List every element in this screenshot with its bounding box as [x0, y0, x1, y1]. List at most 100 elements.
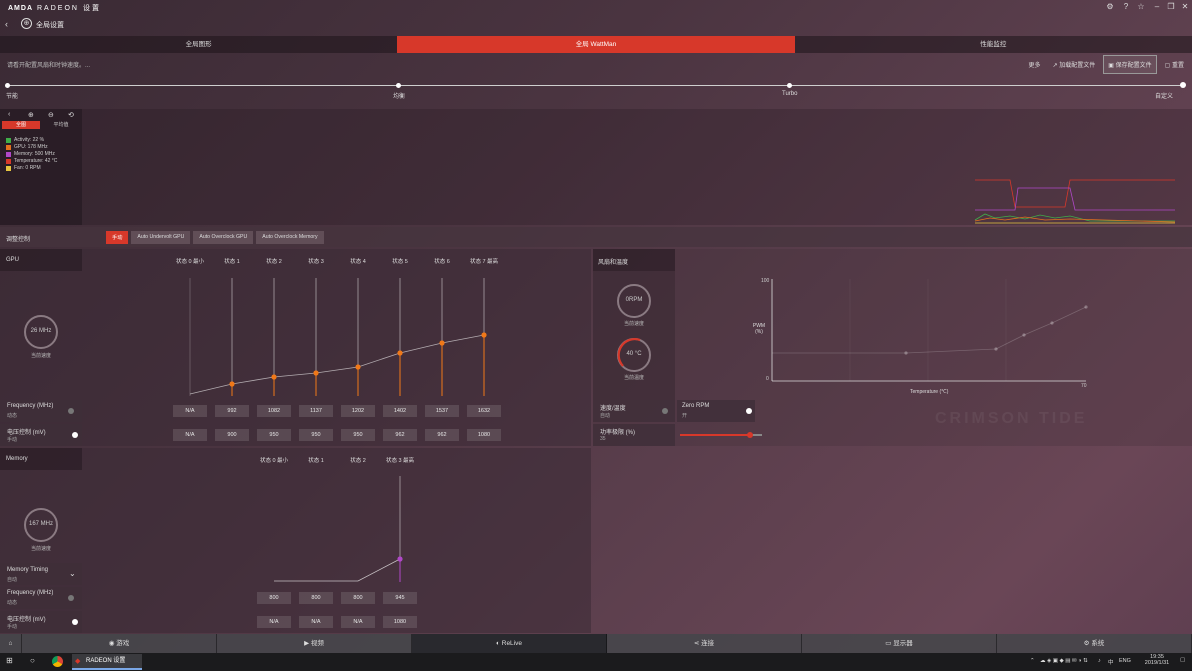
zoom-in-icon[interactable]: ⊕	[28, 111, 34, 119]
gpu-freq-value[interactable]: 1137	[299, 405, 333, 417]
legend-label: Activity: 22 %	[14, 137, 45, 143]
gpu-volt-value[interactable]: 962	[383, 429, 417, 441]
preset-stop-turbo[interactable]	[787, 83, 792, 88]
gpu-volt-value[interactable]: 1080	[467, 429, 501, 441]
nav-connect[interactable]: ⋖ 连接	[607, 634, 802, 653]
memory-freq-value[interactable]: 800	[299, 592, 333, 604]
zoom-out-icon[interactable]: ⊖	[48, 111, 54, 119]
search-icon[interactable]: ○	[30, 656, 35, 665]
help-icon[interactable]: ?	[1121, 2, 1131, 12]
fan-curve-chart[interactable]	[770, 277, 1090, 384]
memory-freq-value[interactable]: 945	[383, 592, 417, 604]
graph-back-icon[interactable]: ‹	[8, 111, 10, 118]
fan-curve-point[interactable]	[994, 347, 998, 351]
legend-memory[interactable]: Memory: 500 MHz	[6, 151, 55, 157]
tab-performance-monitor[interactable]: 性能监控	[795, 36, 1192, 53]
zero-rpm-toggle[interactable]	[746, 408, 752, 414]
gpu-volt-value[interactable]: 950	[257, 429, 291, 441]
gpu-freq-value[interactable]: 1082	[257, 405, 291, 417]
graph-tab-average[interactable]: 平均值	[42, 121, 80, 129]
tray-app-icons[interactable]: ☁ ◈ ▣ ◆ ▤ ✉ ◑ ⇅	[1040, 658, 1088, 664]
fan-speed-toggle[interactable]	[662, 408, 668, 414]
chrome-icon[interactable]	[52, 656, 63, 667]
memory-state-handle[interactable]	[397, 556, 403, 562]
nav-relive[interactable]: ◐ ReLive	[412, 634, 607, 653]
nav-video[interactable]: ▶ 视频	[217, 634, 412, 653]
ime-icon[interactable]: 中	[1108, 658, 1114, 666]
gpu-freq-value[interactable]: 1632	[467, 405, 501, 417]
gpu-state-handle[interactable]	[313, 370, 319, 376]
memory-state-curve[interactable]	[252, 472, 422, 584]
reset-button[interactable]: ▢ 重置	[1161, 56, 1188, 73]
taskbar-radeon-app[interactable]: RADEON 设置	[72, 654, 142, 670]
nav-display[interactable]: ▭ 显示器	[802, 634, 997, 653]
mode-auto-overclock-memory-button[interactable]: Auto Overclock Memory	[256, 231, 324, 244]
gpu-freq-value[interactable]: 992	[215, 405, 249, 417]
memory-freq-toggle[interactable]	[68, 595, 74, 601]
gpu-state-handle[interactable]	[355, 364, 361, 370]
gpu-volt-value[interactable]: 950	[341, 429, 375, 441]
fan-curve-point[interactable]	[1050, 321, 1054, 325]
chevron-down-icon[interactable]: ⌄	[69, 569, 76, 578]
nav-gaming[interactable]: ◉ 游戏	[22, 634, 217, 653]
mode-auto-overclock-gpu-button[interactable]: Auto Overclock GPU	[193, 231, 254, 244]
legend-temperature[interactable]: Temperature: 42 °C	[6, 158, 57, 164]
gpu-freq-toggle[interactable]	[68, 408, 74, 414]
memory-volt-value[interactable]: 1080	[383, 616, 417, 628]
close-icon[interactable]: ✕	[1180, 2, 1190, 12]
legend-fan[interactable]: Fan: 0 RPM	[6, 165, 41, 171]
gpu-state-handle[interactable]	[271, 374, 277, 380]
graph-tab-full[interactable]: 全图	[2, 121, 40, 129]
preset-slider-track[interactable]	[7, 85, 1183, 86]
settings-icon[interactable]: ⚙	[1105, 2, 1115, 12]
gpu-state-curve[interactable]	[168, 272, 508, 398]
reset-zoom-icon[interactable]: ⟲	[68, 111, 74, 119]
gpu-freq-value[interactable]: 1537	[425, 405, 459, 417]
legend-activity[interactable]: Activity: 22 %	[6, 137, 44, 143]
star-icon[interactable]: ☆	[1136, 2, 1146, 12]
gpu-freq-value[interactable]: 1402	[383, 405, 417, 417]
memory-gauge-value: 167 MHz	[28, 521, 53, 527]
preset-stop-power-save[interactable]	[5, 83, 10, 88]
windows-start-icon[interactable]: ⊞	[6, 656, 13, 665]
gpu-volt-value[interactable]: 950	[299, 429, 333, 441]
gpu-state-handle[interactable]	[397, 350, 403, 356]
minimize-icon[interactable]: –	[1152, 2, 1162, 12]
gpu-volt-value[interactable]: 962	[425, 429, 459, 441]
mode-manual-button[interactable]: 手动	[106, 231, 129, 244]
gpu-state-handle[interactable]	[229, 381, 235, 387]
volume-icon[interactable]: ♪	[1098, 658, 1101, 664]
gpu-volt-toggle[interactable]	[72, 432, 78, 438]
tab-global-wattman[interactable]: 全局 WattMan	[397, 36, 795, 53]
fan-chart-y-max: 100	[761, 278, 770, 284]
tray-chevron-icon[interactable]: ⌃	[1030, 658, 1035, 664]
preset-slider-handle[interactable]	[1180, 82, 1186, 88]
memory-freq-value[interactable]: 800	[341, 592, 375, 604]
load-profile-button[interactable]: ↗ 加载配置文件	[1049, 56, 1100, 73]
tab-global-graphics[interactable]: 全局图形	[0, 36, 397, 53]
save-profile-button[interactable]: ▣ 保存配置文件	[1103, 54, 1157, 74]
gpu-state-handle[interactable]	[439, 340, 445, 346]
back-arrow-icon[interactable]: ‹	[5, 19, 8, 29]
legend-label: Fan: 0 RPM	[14, 165, 41, 171]
restore-icon[interactable]: ❐	[1166, 2, 1176, 12]
nav-system[interactable]: ⚙ 系统	[997, 634, 1192, 653]
home-icon[interactable]: ⌂	[0, 634, 22, 653]
clock[interactable]: 19:35 2019/1/31	[1140, 654, 1174, 666]
legend-gpu[interactable]: GPU: 178 MHz	[6, 144, 48, 150]
more-button[interactable]: 更多	[1025, 56, 1045, 73]
memory-state-label: 状态 2	[350, 458, 366, 464]
memory-freq-value[interactable]: 800	[257, 592, 291, 604]
fan-curve-point[interactable]	[1084, 305, 1088, 309]
preset-stop-balanced[interactable]	[396, 83, 401, 88]
power-limit-slider-handle[interactable]	[746, 432, 753, 438]
gpu-volt-value[interactable]: 900	[215, 429, 249, 441]
gpu-freq-value[interactable]: 1202	[341, 405, 375, 417]
gpu-state-handle[interactable]	[481, 332, 487, 338]
mode-auto-undervolt-button[interactable]: Auto Undervolt GPU	[131, 231, 191, 244]
language-indicator[interactable]: ENG	[1119, 658, 1131, 664]
fan-curve-point[interactable]	[1022, 333, 1026, 337]
notification-icon[interactable]: ▢	[1180, 657, 1185, 663]
fan-curve-point[interactable]	[904, 351, 908, 355]
memory-volt-toggle[interactable]	[72, 619, 78, 625]
